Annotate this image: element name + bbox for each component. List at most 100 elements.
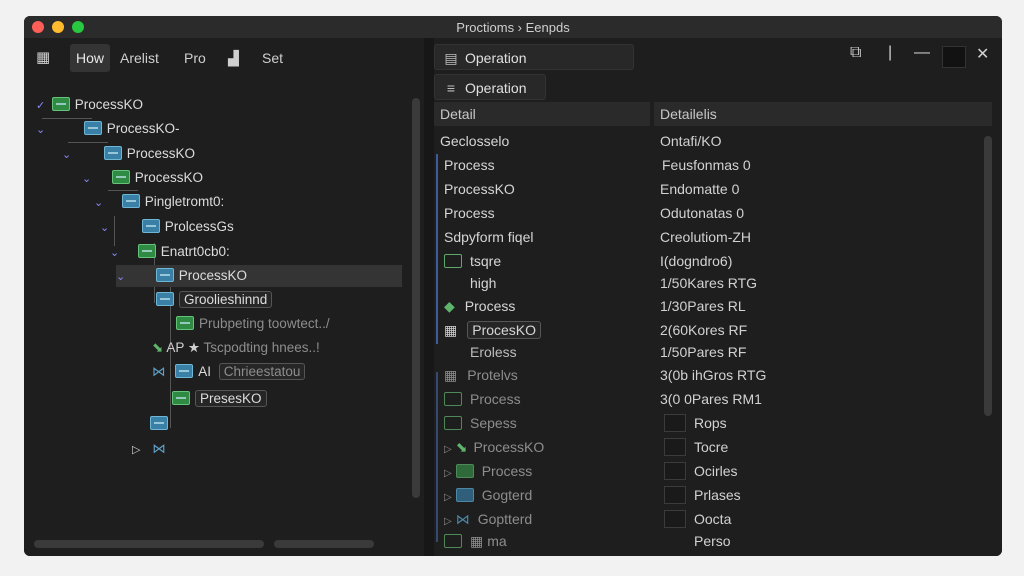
tree-item[interactable]: PresesKO (172, 388, 267, 410)
folder-icon (121, 194, 140, 208)
table-cell: Odutonatas 0 (660, 205, 745, 221)
table-row[interactable]: Sepess (444, 412, 517, 434)
table-cell: 1/50Kares RTG (660, 275, 758, 291)
table-row[interactable]: Process (444, 388, 521, 410)
tree-item[interactable]: ⌄ ProcessKO (62, 143, 195, 165)
vertical-scrollbar-right[interactable] (984, 136, 992, 416)
app-window: Proctioms › Eenpds ▦ How Arelist Pro ▟ S… (24, 16, 1002, 556)
horizontal-scrollbar-thumb[interactable] (274, 540, 374, 548)
close-icon[interactable]: ✕ (976, 44, 989, 64)
grid-icon[interactable]: ▦ (36, 50, 52, 66)
tree-item[interactable]: ⌄ ProcessKO (82, 167, 203, 189)
table-cell[interactable]: Tocre (664, 436, 728, 458)
chevron-icon[interactable]: ⌄ (36, 119, 48, 141)
column-header-details[interactable]: Detailelis (654, 102, 992, 126)
checkbox[interactable] (664, 462, 686, 480)
table-cell: 1/30Pares RL (660, 298, 746, 314)
checkbox[interactable] (664, 414, 686, 432)
chevron-icon[interactable]: ⌄ (116, 266, 128, 288)
tree-item-selected[interactable]: ⌄ ProcessKO (116, 265, 402, 287)
table-cell: Endomatte 0 (660, 181, 740, 197)
folder-icon (156, 292, 174, 306)
table-cell[interactable]: Process (444, 202, 495, 224)
table-cell[interactable]: Process (444, 154, 495, 176)
minimize-icon[interactable]: — (914, 44, 930, 62)
column-header-detail[interactable]: Detail (434, 102, 650, 126)
tree-item[interactable]: ⌄ Pingletromt0: (94, 191, 224, 213)
chevron-right-icon[interactable]: ▷ (444, 516, 452, 527)
tree-item[interactable]: ⌄ ProlcessGs (100, 216, 234, 238)
chevron-icon[interactable]: ⌄ (94, 192, 106, 214)
table-cell: Feusfonmas 0 (662, 157, 751, 173)
checkbox[interactable] (664, 510, 686, 528)
table-row[interactable]: ▷ ⬊ ProcessKO (444, 436, 544, 458)
table-cell[interactable]: Prlases (664, 484, 741, 506)
horizontal-scrollbar[interactable] (34, 540, 264, 548)
tree-item[interactable]: Prubpeting toowtect../ (176, 313, 330, 335)
chevron-icon[interactable]: ⌄ (82, 168, 94, 190)
folder-icon (172, 391, 190, 405)
table-row[interactable]: ▷ Process (444, 460, 532, 482)
list-icon: ≡ (446, 80, 456, 96)
bowtie-icon: ⋈ (455, 511, 470, 527)
table-row[interactable]: ◆ Process (444, 295, 515, 317)
folder-icon (103, 146, 122, 160)
tree-item[interactable]: ▷ ⋈ (132, 438, 166, 460)
chevron-right-icon[interactable]: ▷ (444, 444, 452, 455)
document-icon (444, 416, 462, 430)
tree-item[interactable]: ⬊ AP ★ Tscpodting hnees..! (152, 337, 320, 359)
table-row[interactable]: ▦ Protelvs (444, 364, 518, 386)
chevron-right-icon[interactable]: ▷ (132, 444, 140, 456)
pane-splitter[interactable] (424, 38, 434, 556)
chevron-right-icon[interactable]: ▷ (444, 468, 452, 479)
diamond-icon: ◆ (444, 298, 455, 314)
chevron-right-icon[interactable]: ▷ (444, 492, 452, 503)
table-cell: Geclosselo (440, 133, 510, 149)
folder-icon (175, 364, 194, 378)
chevron-down-icon[interactable]: ✓ (36, 95, 48, 117)
table-row[interactable]: ▷ Gogterd (444, 484, 532, 506)
tree-item[interactable]: Groolieshinnd (156, 289, 273, 311)
tab-how[interactable]: How (70, 44, 111, 72)
tree-item[interactable]: ⌄ ProcessKO- (36, 118, 180, 140)
checkbox[interactable] (664, 438, 686, 456)
table-cell[interactable]: Eroless (470, 341, 517, 363)
chevron-icon[interactable]: ⌄ (100, 217, 112, 239)
table-row[interactable]: ▷ ⋈ Goptterd (444, 508, 532, 530)
table-cell[interactable]: Oocta (664, 508, 731, 530)
table-cell[interactable]: ProcessKO (444, 178, 515, 200)
document-icon: ▤ (444, 50, 458, 66)
chevron-icon[interactable]: ⌄ (62, 144, 74, 166)
table-row[interactable]: tsqre (444, 250, 501, 272)
window-icon[interactable]: ▟ (228, 50, 239, 67)
checkbox[interactable] (664, 486, 686, 504)
copy-icon[interactable]: ⧉ (850, 44, 861, 62)
tree-item[interactable]: ⋈ AI Chrieestatou (152, 361, 306, 383)
chevron-icon[interactable]: ⌄ (110, 242, 122, 264)
tab-operation[interactable]: ▤ Operation (434, 44, 634, 70)
tab-arelist[interactable]: Arelist (114, 44, 165, 72)
tree-item[interactable]: ✓ ProcessKO (36, 94, 143, 116)
tooltip: Chrieestatou (218, 363, 306, 380)
maximize-button[interactable] (942, 46, 966, 68)
table-cell[interactable]: Rops (664, 412, 727, 434)
table-row[interactable]: ▦ ma (444, 530, 507, 552)
tool-icon: ⬊ (152, 340, 164, 355)
bowtie-icon: ⋈ (152, 364, 166, 379)
tree-item[interactable]: ⌄ Enatrt0cb0: (110, 241, 230, 263)
vertical-scrollbar[interactable] (412, 98, 420, 498)
tree-item[interactable] (150, 413, 173, 435)
title-bar: Proctioms › Eenpds (24, 16, 1002, 38)
bowtie-icon: ⋈ (152, 441, 166, 456)
folder-icon (141, 219, 160, 233)
table-cell[interactable]: Sdpyform fiqel (444, 226, 533, 248)
table-cell: 3(0 0Pares RM1 (660, 391, 762, 407)
table-cell[interactable]: high (470, 272, 496, 294)
table-row[interactable]: ▦ ProcesKO (444, 319, 542, 341)
tab-operation-secondary[interactable]: ≡ Operation (434, 74, 546, 100)
document-icon (444, 392, 462, 406)
tab-pro[interactable]: Pro (178, 44, 212, 72)
folder-icon (455, 464, 474, 478)
table-cell[interactable]: Ocirles (664, 460, 738, 482)
tab-set[interactable]: Set (256, 44, 289, 72)
